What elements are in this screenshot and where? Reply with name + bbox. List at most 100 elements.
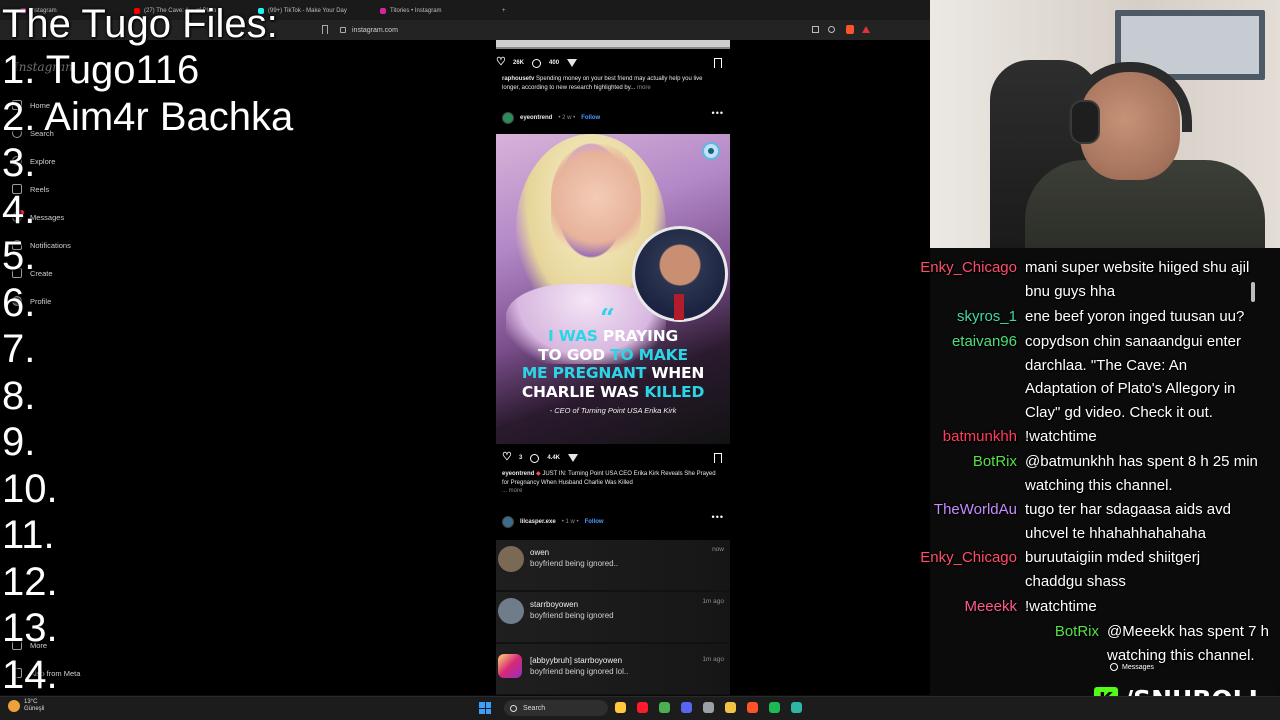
headline-segment: TO GOD: [538, 345, 611, 364]
chat-username[interactable]: BotRix: [973, 450, 1017, 474]
settings-icon[interactable]: [703, 702, 714, 713]
headset-earcup: [1070, 100, 1100, 144]
sidebar-item-search[interactable]: Search: [12, 126, 54, 140]
avatar: [498, 546, 524, 572]
sidebar-item-home[interactable]: Home: [12, 98, 50, 112]
folder-icon[interactable]: [725, 702, 736, 713]
chat-text: copydson chin sanaandgui enter darchlaa. …: [1025, 333, 1241, 421]
spotify-icon[interactable]: [769, 702, 780, 713]
site-info-icon[interactable]: [340, 27, 346, 33]
cast-icon[interactable]: [812, 26, 819, 33]
follow-button[interactable]: Follow: [581, 115, 600, 121]
brave-shield-icon[interactable]: [846, 25, 854, 34]
sidebar-item-profile[interactable]: Profile: [12, 294, 51, 308]
chat-username[interactable]: TheWorldAu: [934, 498, 1017, 522]
reels-icon: [12, 184, 22, 194]
chat-username[interactable]: skyros_1: [957, 305, 1017, 329]
brave-icon[interactable]: [747, 702, 758, 713]
sidebar-item-create[interactable]: Create: [12, 266, 53, 280]
chat-username[interactable]: Meeekk: [964, 595, 1017, 619]
messenger-icon: [12, 210, 24, 222]
share-icon[interactable]: [828, 26, 835, 33]
chat-text: @batmunkhh has spent 8 h 25 min watching …: [1025, 453, 1258, 494]
headline-segment: KILLED: [644, 382, 705, 401]
chat-username[interactable]: BotRix: [1055, 620, 1099, 644]
inset-tie: [674, 294, 684, 320]
heart-icon: [12, 240, 22, 250]
sidebar-item-messages[interactable]: Messages: [12, 210, 64, 224]
chat-text: tugo ter har sdagaasa aids avd uhcvel te …: [1025, 501, 1231, 542]
post1-actions: 26K 400: [496, 55, 730, 70]
obs-icon[interactable]: [791, 702, 802, 713]
more-options-icon[interactable]: •••: [712, 512, 724, 522]
follow-button[interactable]: Follow: [585, 519, 604, 525]
chat-text: ene beef yoron inged tuusan uu?: [1025, 308, 1245, 325]
meta-icon: [12, 668, 22, 678]
chat-message: Enky_Chicago buruutaigiin mded shiitgerj c…: [912, 546, 1280, 593]
windows-start-icon[interactable]: [479, 702, 491, 714]
tab-instagram[interactable]: Instagram: [14, 3, 124, 18]
siren-icon: ◆: [536, 471, 541, 477]
chat-username[interactable]: Enky_Chicago: [920, 256, 1017, 280]
sidebar-item-explore[interactable]: Explore: [12, 154, 55, 168]
avatar[interactable]: [502, 516, 514, 528]
post-image[interactable]: “ I WAS PRAYING TO GOD TO MAKE ME PREGNANT…: [496, 134, 730, 444]
chrome-icon[interactable]: [659, 702, 670, 713]
plus-icon: [12, 268, 22, 278]
instagram-icon: [380, 7, 386, 14]
dm-notification: owen boyfriend being ignored.. now: [496, 540, 730, 590]
youtube-icon: [134, 7, 140, 14]
more-options-icon[interactable]: •••: [712, 108, 724, 118]
chat-message: BotRix @Meeekk has spent 7 h watching this…: [912, 620, 1280, 667]
post2-header: eyeontrend • 2 w • Follow •••: [496, 108, 730, 125]
instagram-icon: [498, 654, 522, 678]
avatar-icon: [12, 296, 22, 306]
compass-icon: [12, 156, 22, 166]
previous-post-image[interactable]: [496, 40, 730, 49]
sidebar-item-also-from-meta[interactable]: Also from Meta: [12, 666, 80, 680]
chat-text: @Meeekk has spent 7 h watching this chann…: [1107, 623, 1269, 664]
discord-icon[interactable]: [681, 702, 692, 713]
bookmark-icon[interactable]: [322, 25, 328, 34]
share-icon[interactable]: [568, 454, 579, 462]
avatar[interactable]: [502, 112, 514, 124]
comment-icon[interactable]: [530, 453, 540, 463]
weather-widget[interactable]: 13°C Güneşli: [8, 699, 44, 713]
comment-icon[interactable]: [532, 58, 542, 68]
opera-icon[interactable]: [637, 702, 648, 713]
like-icon[interactable]: [496, 55, 506, 68]
save-icon[interactable]: [714, 58, 722, 68]
tab-youtube[interactable]: (27) The Cave: A... of Plato: [128, 3, 246, 18]
instagram-icon: [20, 7, 26, 14]
chat-message: skyros_1 ene beef yoron inged tuusan uu?: [912, 305, 1280, 329]
avatar: [498, 598, 524, 624]
home-icon: [12, 100, 22, 110]
new-tab-button[interactable]: +: [496, 3, 510, 18]
chat-username[interactable]: Enky_Chicago: [920, 546, 1017, 570]
headline-segment: ME PREGNANT: [521, 364, 652, 382]
tab-titories[interactable]: Titories • Instagram: [374, 3, 492, 18]
save-icon[interactable]: [714, 453, 722, 463]
sidebar-item-reels[interactable]: Reels: [12, 182, 49, 196]
chat-text: !watchtime: [1025, 598, 1097, 615]
share-icon[interactable]: [567, 59, 578, 67]
sidebar-item-notifications[interactable]: Notifications: [12, 238, 71, 252]
url-field[interactable]: instagram.com: [340, 23, 800, 37]
tab-tiktok[interactable]: (99+) TikTok - Make Your Day: [252, 3, 370, 18]
instagram-logo[interactable]: Instagram: [14, 60, 77, 74]
eye-logo-icon: [702, 142, 720, 160]
tiktok-icon: [258, 7, 264, 14]
like-icon[interactable]: [502, 450, 512, 463]
taskbar-search[interactable]: Search: [504, 700, 608, 716]
menu-icon: [12, 640, 22, 650]
brave-rewards-icon[interactable]: [862, 26, 870, 33]
chat-username[interactable]: batmunkhh: [943, 425, 1017, 449]
post1-caption: raphousetv Spending money on your best f…: [502, 76, 703, 91]
post3-image[interactable]: owen boyfriend being ignored.. now starr…: [496, 540, 730, 695]
file-explorer-icon[interactable]: [615, 702, 626, 713]
post-attribution: - CEO of Turning Point USA Erika Kirk: [549, 406, 677, 415]
headline-segment: TO MAKE: [610, 345, 688, 364]
chat-username[interactable]: etaivan96: [952, 330, 1017, 354]
chat-message: TheWorldAu tugo ter har sdagaasa aids avd…: [912, 498, 1280, 545]
sidebar-item-more[interactable]: More: [12, 638, 47, 652]
